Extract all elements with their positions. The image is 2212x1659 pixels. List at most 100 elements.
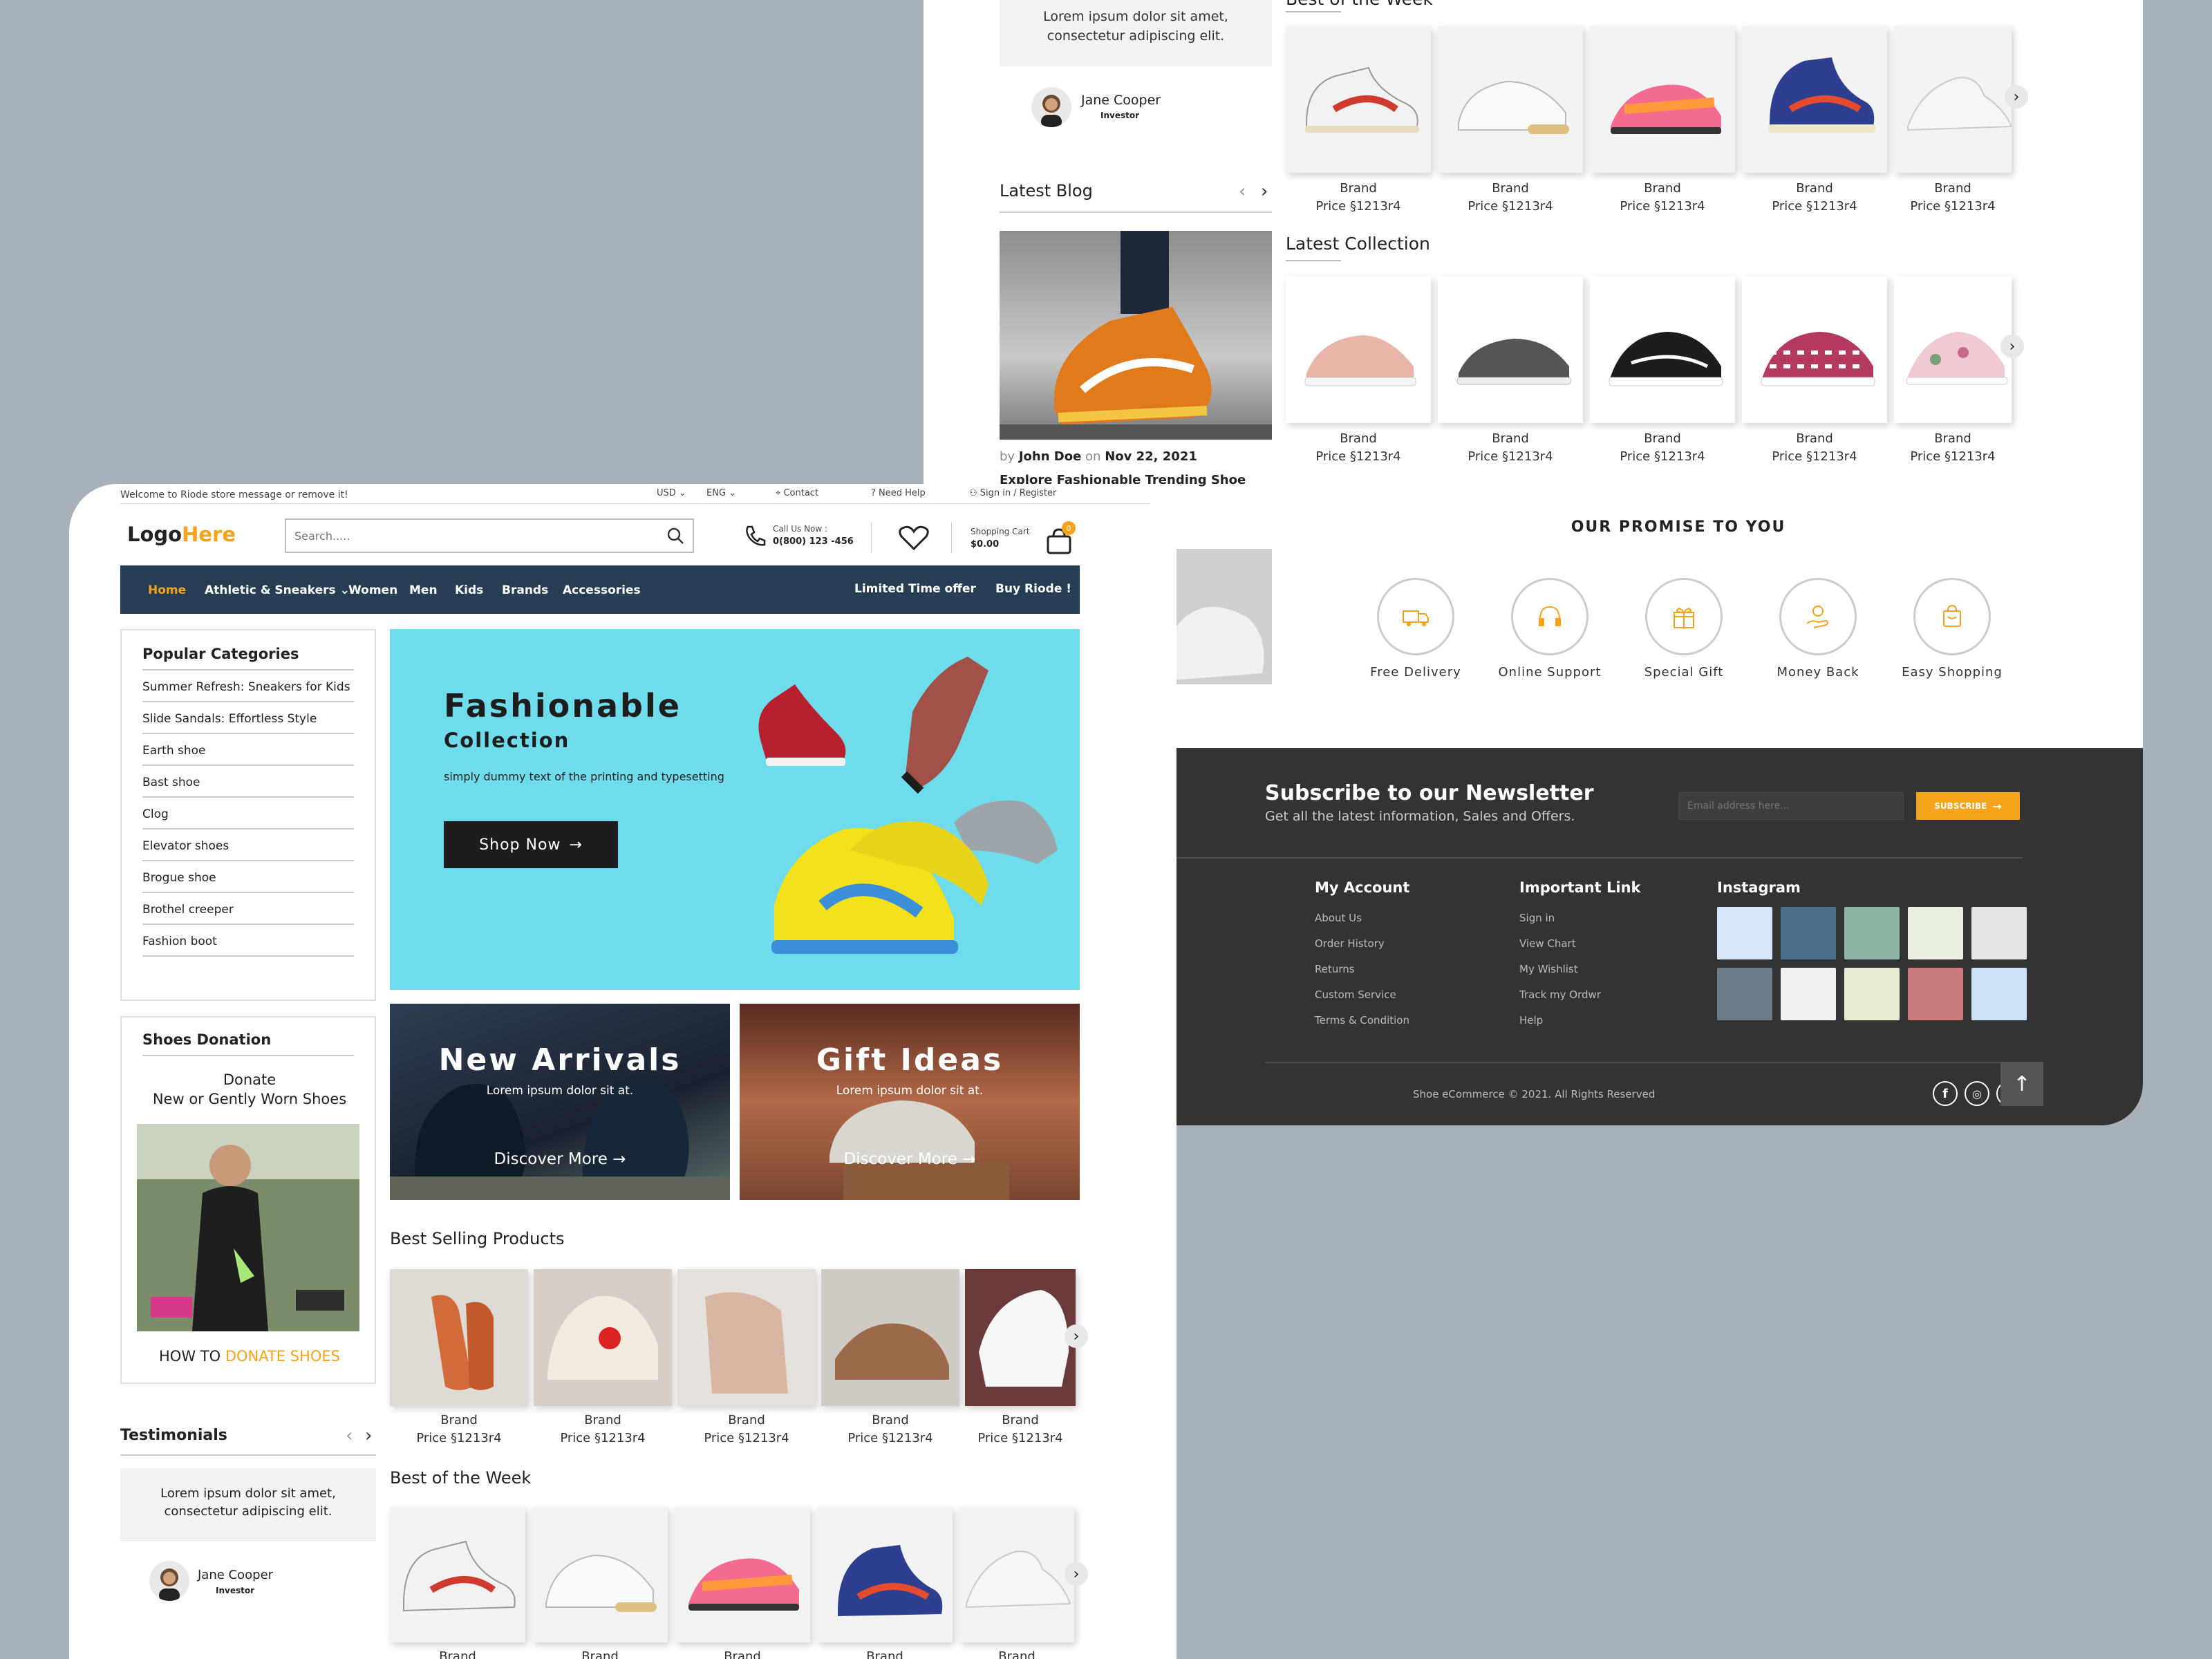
product-caption: Brand xyxy=(724,1649,761,1659)
contact-link[interactable]: ⌖ Contact xyxy=(776,488,818,498)
product-card[interactable] xyxy=(1590,276,1735,423)
footer-link[interactable]: View Chart xyxy=(1519,931,1641,957)
category-link[interactable]: Earth shoe xyxy=(142,734,354,766)
hero-title: Fashionable xyxy=(444,687,682,724)
product-caption: Brand Price §1213r4 xyxy=(1910,181,1996,214)
instagram-thumb[interactable] xyxy=(1717,968,1772,1020)
subscribe-button[interactable]: SUBSCRIBE → xyxy=(1916,792,2020,820)
chevron-right-icon[interactable]: › xyxy=(2005,85,2028,109)
new-arrivals-banner[interactable]: New Arrivals Lorem ipsum dolor sit at. D… xyxy=(390,1004,730,1200)
product-card[interactable] xyxy=(677,1269,816,1406)
footer-link[interactable]: My Wishlist xyxy=(1519,957,1641,982)
instagram-thumb[interactable] xyxy=(1781,968,1836,1020)
chevron-right-icon[interactable]: › xyxy=(2000,335,2024,358)
footer-link[interactable]: Returns xyxy=(1315,957,1409,982)
gift-ideas-banner[interactable]: Gift Ideas Lorem ipsum dolor sit at. Dis… xyxy=(740,1004,1080,1200)
currency-select[interactable]: USD ⌄ xyxy=(657,488,686,498)
product-card[interactable] xyxy=(1894,26,2012,173)
product-card[interactable] xyxy=(390,1507,525,1642)
section-title: Latest Blog xyxy=(1000,181,1093,200)
footer-link[interactable]: Terms & Condition xyxy=(1315,1008,1409,1033)
instagram-thumb[interactable] xyxy=(1908,907,1963,959)
footer-link[interactable]: Help xyxy=(1519,1008,1641,1033)
logo[interactable]: LogoHere xyxy=(127,523,236,546)
blog-image-2[interactable] xyxy=(1172,549,1272,684)
instagram-thumb[interactable] xyxy=(1971,968,2027,1020)
product-card[interactable] xyxy=(1438,276,1583,423)
instagram-thumb[interactable] xyxy=(1781,907,1836,959)
product-card[interactable] xyxy=(1742,26,1887,173)
product-card[interactable] xyxy=(1894,276,2012,423)
chevron-right-icon[interactable]: › xyxy=(365,1425,372,1446)
testimonial-name: Jane Cooper xyxy=(1081,93,1161,108)
instagram-thumb[interactable] xyxy=(1844,907,1900,959)
language-select[interactable]: ENG ⌄ xyxy=(706,488,736,498)
instagram-thumb[interactable] xyxy=(1717,907,1772,959)
search-bar[interactable] xyxy=(285,518,694,553)
scroll-top-button[interactable]: ↑ xyxy=(2000,1062,2043,1106)
facebook-icon[interactable]: f xyxy=(1933,1081,1958,1106)
limited-offer-link[interactable]: Limited Time offer xyxy=(854,582,976,596)
nav-women[interactable]: Women xyxy=(348,583,397,597)
heart-icon[interactable] xyxy=(899,525,929,550)
category-link[interactable]: Summer Refresh: Sneakers for Kids xyxy=(142,671,354,702)
nav-men[interactable]: Men xyxy=(409,583,438,597)
search-icon[interactable] xyxy=(666,527,684,545)
instagram-icon[interactable]: ◎ xyxy=(1965,1081,1989,1106)
product-card[interactable] xyxy=(390,1269,528,1406)
category-link[interactable]: Brothel creeper xyxy=(142,893,354,925)
blog-author[interactable]: John Doe xyxy=(1019,449,1081,464)
product-card[interactable] xyxy=(675,1507,810,1642)
nav-athletic-sneakers[interactable]: Athletic & Sneakers ⌄ xyxy=(205,583,350,597)
instagram-thumb[interactable] xyxy=(1844,968,1900,1020)
footer-link[interactable]: About Us xyxy=(1315,906,1409,931)
chevron-left-icon[interactable]: ‹ xyxy=(1239,181,1246,202)
category-link[interactable]: Slide Sandals: Effortless Style xyxy=(142,702,354,734)
nav-brands[interactable]: Brands xyxy=(502,583,548,597)
footer-link[interactable]: Order History xyxy=(1315,931,1409,957)
chevron-right-icon[interactable]: › xyxy=(1065,1324,1088,1348)
chevron-right-icon[interactable]: › xyxy=(1261,181,1268,202)
email-input[interactable] xyxy=(1678,792,1904,820)
shop-now-button[interactable]: Shop Now → xyxy=(444,821,618,868)
sneaker-image xyxy=(1906,332,2008,385)
product-card[interactable] xyxy=(821,1269,959,1406)
search-input[interactable] xyxy=(294,529,666,543)
product-card[interactable] xyxy=(959,1507,1074,1642)
product-card[interactable] xyxy=(817,1507,953,1642)
nav-accessories[interactable]: Accessories xyxy=(563,583,641,597)
product-card[interactable] xyxy=(965,1269,1076,1406)
product-card[interactable] xyxy=(1742,276,1887,423)
chevron-left-icon[interactable]: ‹ xyxy=(346,1425,353,1446)
discover-more-link[interactable]: Discover More → xyxy=(390,1150,730,1168)
call-number[interactable]: 0(800) 123 -456 xyxy=(773,536,854,547)
nav-kids[interactable]: Kids xyxy=(455,583,483,597)
category-link[interactable]: Clog xyxy=(142,798,354,830)
category-link[interactable]: Fashion boot xyxy=(142,925,354,957)
instagram-thumb[interactable] xyxy=(1908,968,1963,1020)
buy-riode-link[interactable]: Buy Riode ! xyxy=(995,582,1071,596)
category-link[interactable]: Brogue shoe xyxy=(142,861,354,893)
sign-in-link[interactable]: ⚇ Sign in / Register xyxy=(969,488,1056,498)
product-card[interactable] xyxy=(1286,276,1431,423)
category-link[interactable]: Elevator shoes xyxy=(142,830,354,861)
footer-link[interactable]: Track my Ordwr xyxy=(1519,982,1641,1008)
main-nav: Home Athletic & Sneakers ⌄ Women Men Kid… xyxy=(120,565,1080,614)
footer-link[interactable]: Sign in xyxy=(1519,906,1641,931)
discover-more-link[interactable]: Discover More → xyxy=(740,1150,1080,1168)
product-card[interactable] xyxy=(532,1507,668,1642)
product-card[interactable] xyxy=(534,1269,672,1406)
category-link[interactable]: Bast shoe xyxy=(142,766,354,798)
product-card[interactable] xyxy=(1590,26,1735,173)
donate-link[interactable]: HOW TO DONATE SHOES xyxy=(122,1348,377,1365)
instagram-thumb[interactable] xyxy=(1971,907,2027,959)
newsletter-subtitle: Get all the latest information, Sales an… xyxy=(1265,809,1575,824)
popular-categories: Popular Categories Summer Refresh: Sneak… xyxy=(120,629,376,1001)
blog-image[interactable] xyxy=(1000,231,1272,440)
product-card[interactable] xyxy=(1438,26,1583,173)
need-help-link[interactable]: ? Need Help xyxy=(871,488,926,498)
footer-link[interactable]: Custom Service xyxy=(1315,982,1409,1008)
product-card[interactable] xyxy=(1286,26,1431,173)
nav-home[interactable]: Home xyxy=(148,583,186,597)
chevron-right-icon[interactable]: › xyxy=(1065,1562,1088,1586)
